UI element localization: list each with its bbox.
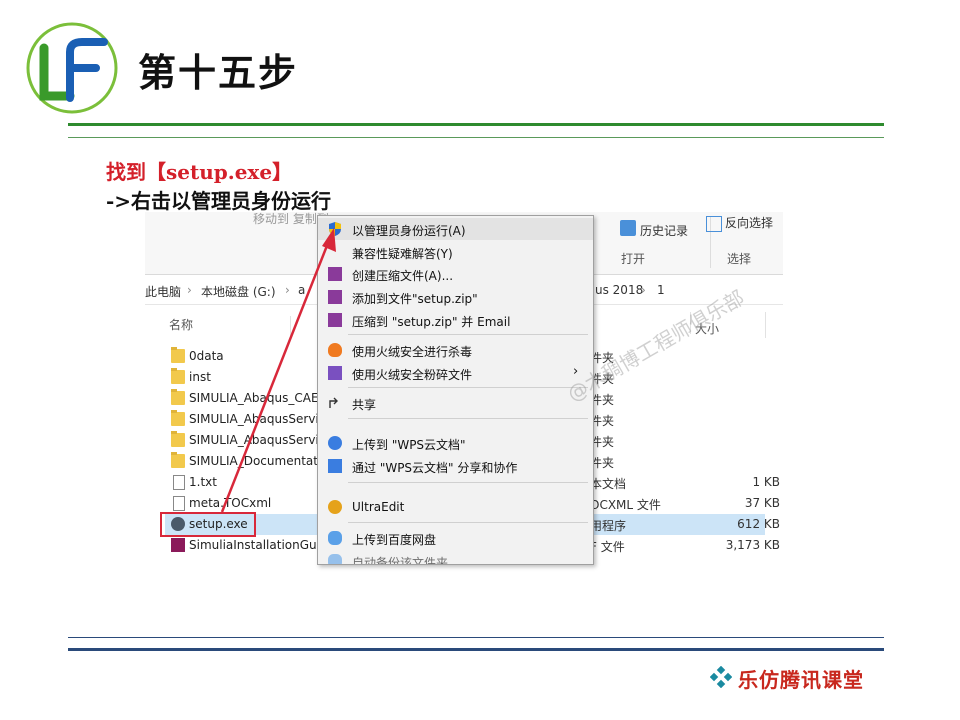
arrow-annotation (220, 228, 336, 513)
footer-rule-thin (68, 637, 884, 638)
diamond-icon (710, 666, 732, 688)
footer-brand: 乐仿腾讯课堂 (738, 668, 864, 692)
footer-rule (68, 648, 884, 651)
